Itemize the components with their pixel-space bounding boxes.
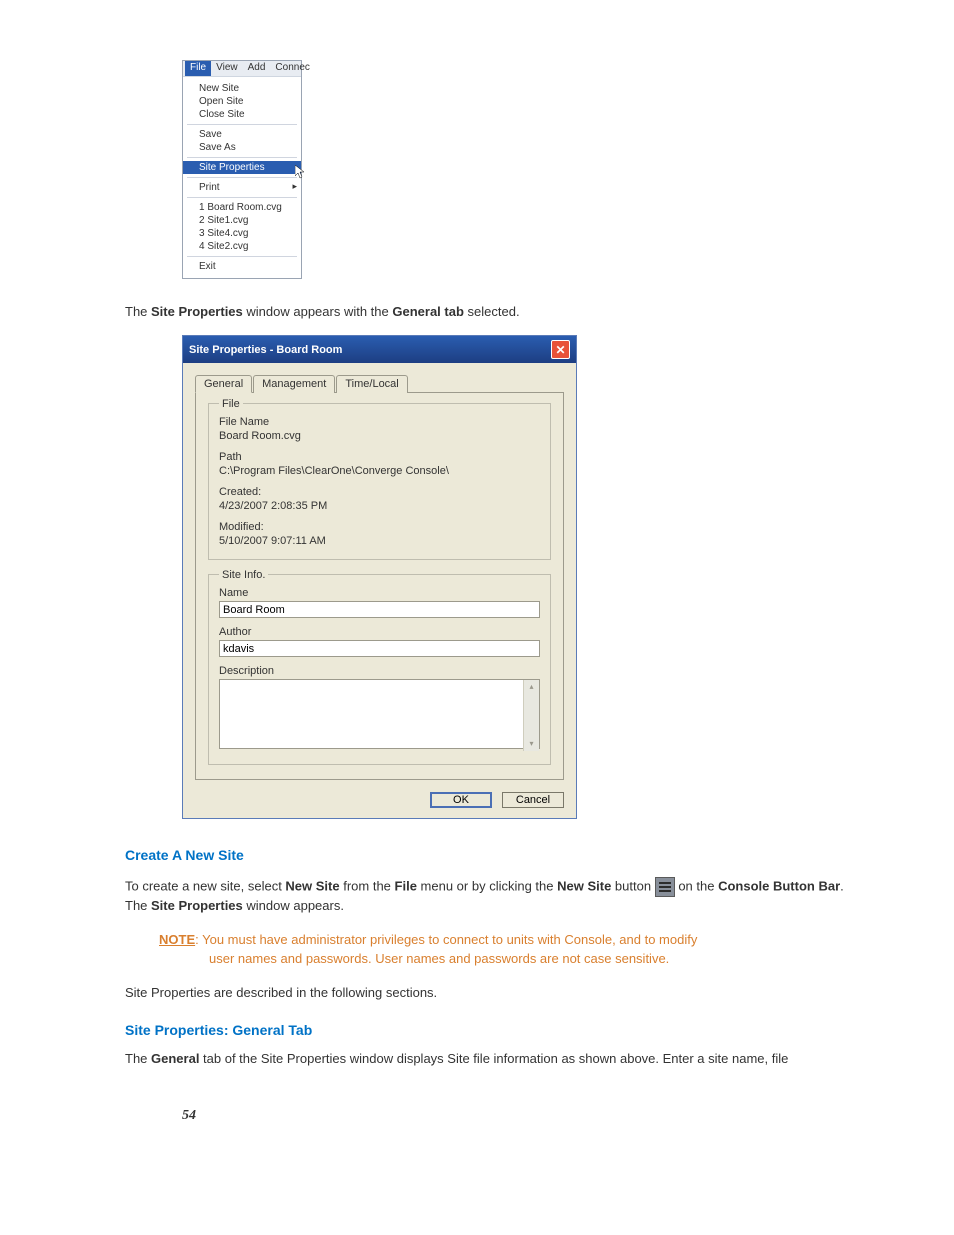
note-label: NOTE <box>159 932 195 947</box>
menu-item-recent-3[interactable]: 3 Site4.cvg <box>183 227 301 240</box>
site-info-legend: Site Info. <box>219 569 268 581</box>
created-value: 4/23/2007 2:08:35 PM <box>219 500 540 512</box>
menu-item-recent-4[interactable]: 4 Site2.cvg <box>183 240 301 253</box>
close-icon: ✕ <box>555 343 565 357</box>
author-label: Author <box>219 626 540 638</box>
site-properties-dialog: Site Properties - Board Room ✕ General M… <box>182 335 577 819</box>
scroll-down-icon: ▾ <box>524 737 539 751</box>
general-tab-heading: Site Properties: General Tab <box>125 1022 844 1038</box>
author-input[interactable] <box>219 640 540 657</box>
menu-item-recent-2[interactable]: 2 Site1.cvg <box>183 214 301 227</box>
tab-panel-general: File File Name Board Room.cvg Path C:\Pr… <box>195 392 564 780</box>
menu-item-label: Site Properties <box>199 162 265 173</box>
file-legend: File <box>219 398 243 410</box>
menu-item-site-properties[interactable]: Site Properties <box>183 161 301 174</box>
menu-item-recent-1[interactable]: 1 Board Room.cvg <box>183 201 301 214</box>
dialog-titlebar: Site Properties - Board Room ✕ <box>183 336 576 363</box>
menu-file[interactable]: File <box>185 61 211 76</box>
file-name-label: File Name <box>219 416 540 428</box>
file-menu-screenshot: File View Add Connec New Site Open Site … <box>182 60 302 279</box>
note-block: NOTE: You must have administrator privil… <box>159 931 844 967</box>
description-label: Description <box>219 665 540 677</box>
file-name-value: Board Room.cvg <box>219 430 540 442</box>
modified-value: 5/10/2007 9:07:11 AM <box>219 535 540 547</box>
new-site-toolbar-icon <box>655 877 675 897</box>
after-note-text: Site Properties are described in the fol… <box>125 984 844 1002</box>
menu-item-close-site[interactable]: Close Site <box>183 108 301 121</box>
menu-add[interactable]: Add <box>243 61 271 76</box>
general-tab-paragraph: The General tab of the Site Properties w… <box>125 1050 844 1068</box>
intro-text: The Site Properties window appears with … <box>125 303 844 321</box>
close-button[interactable]: ✕ <box>551 340 570 359</box>
menu-item-save[interactable]: Save <box>183 128 301 141</box>
tab-time-local[interactable]: Time/Local <box>336 375 407 393</box>
menu-view[interactable]: View <box>211 61 243 76</box>
created-label: Created: <box>219 486 540 498</box>
name-label: Name <box>219 587 540 599</box>
path-label: Path <box>219 451 540 463</box>
create-site-paragraph: To create a new site, select New Site fr… <box>125 877 844 915</box>
path-value: C:\Program Files\ClearOne\Converge Conso… <box>219 465 540 477</box>
create-site-heading: Create A New Site <box>125 847 844 863</box>
page-number: 54 <box>182 1108 844 1124</box>
menu-connect[interactable]: Connec <box>270 61 314 76</box>
textarea-scrollbar[interactable]: ▴ ▾ <box>523 680 539 751</box>
description-textarea[interactable] <box>219 679 540 749</box>
menu-bar: File View Add Connec <box>183 61 301 77</box>
site-info-fieldset: Site Info. Name Author Description ▴ ▾ <box>208 574 551 765</box>
dialog-title: Site Properties - Board Room <box>189 344 342 356</box>
scroll-up-icon: ▴ <box>524 680 539 694</box>
menu-item-print[interactable]: Print <box>183 181 301 194</box>
file-dropdown: New Site Open Site Close Site Save Save … <box>183 77 301 278</box>
dialog-tabs: General Management Time/Local <box>195 375 564 393</box>
cursor-icon <box>295 165 307 179</box>
tab-management[interactable]: Management <box>253 375 335 393</box>
menu-item-save-as[interactable]: Save As <box>183 141 301 154</box>
tab-general[interactable]: General <box>195 375 252 393</box>
cancel-button[interactable]: Cancel <box>502 792 564 808</box>
menu-item-new-site[interactable]: New Site <box>183 82 301 95</box>
file-fieldset: File File Name Board Room.cvg Path C:\Pr… <box>208 403 551 560</box>
modified-label: Modified: <box>219 521 540 533</box>
menu-item-open-site[interactable]: Open Site <box>183 95 301 108</box>
ok-button[interactable]: OK <box>430 792 492 808</box>
name-input[interactable] <box>219 601 540 618</box>
menu-item-exit[interactable]: Exit <box>183 260 301 273</box>
dialog-button-row: OK Cancel <box>195 792 564 808</box>
